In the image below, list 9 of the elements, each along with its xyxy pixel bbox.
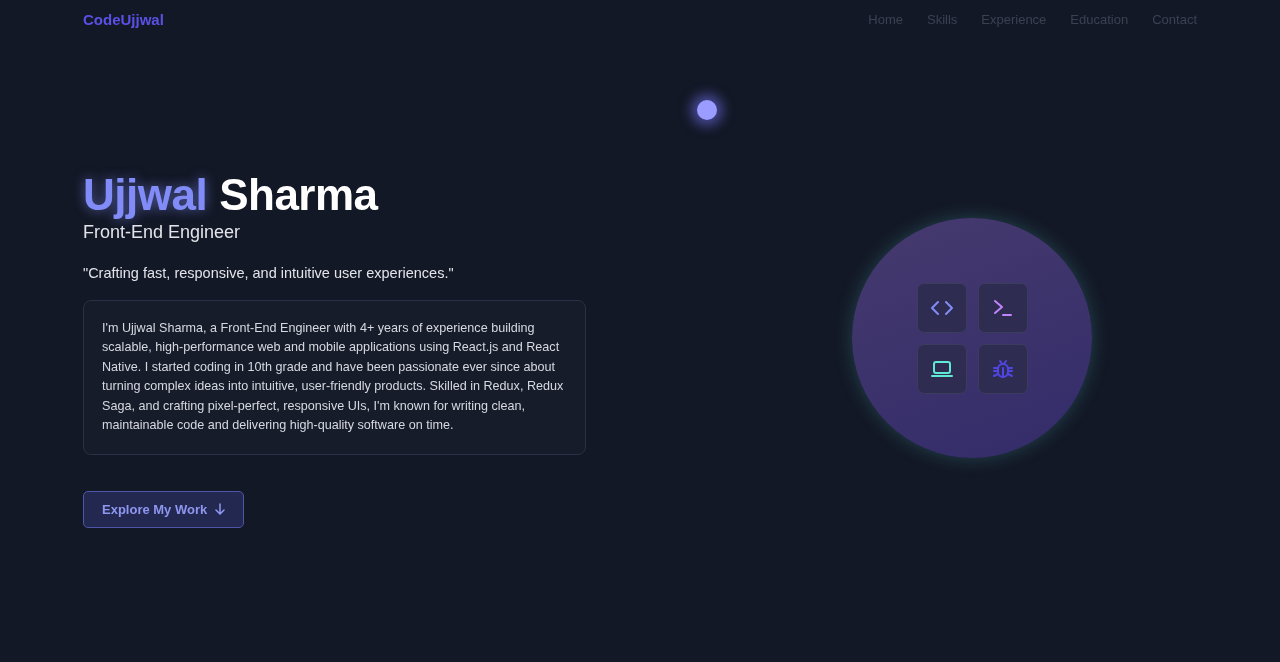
bio-card: I'm Ujjwal Sharma, a Front-End Engineer with 4+ years of experience building scalable, high-performance web and mobile applications using React.js and React Native. I started coding in 10th grade and have been passionate ever since about turning complex ideas into intuitive, user-friendly products. Skilled in Redux, Redux Saga, and crafting pixel-perfect, responsive UIs, I'm known for writing clean, maintainable code and delivering high-quality software on time.: [83, 299, 586, 455]
first-name: Ujjwal: [83, 169, 208, 221]
glow-dot: [697, 100, 717, 120]
tagline: "Crafting fast, responsive, and intuitive user experiences.": [83, 264, 454, 281]
explore-button[interactable]: Explore My Work: [83, 490, 245, 528]
arrow-down-icon: [215, 503, 226, 516]
last-name: Sharma: [219, 169, 378, 221]
site-logo[interactable]: CodeUjjwal: [83, 10, 164, 28]
job-title: Front-End Engineer: [83, 221, 241, 243]
